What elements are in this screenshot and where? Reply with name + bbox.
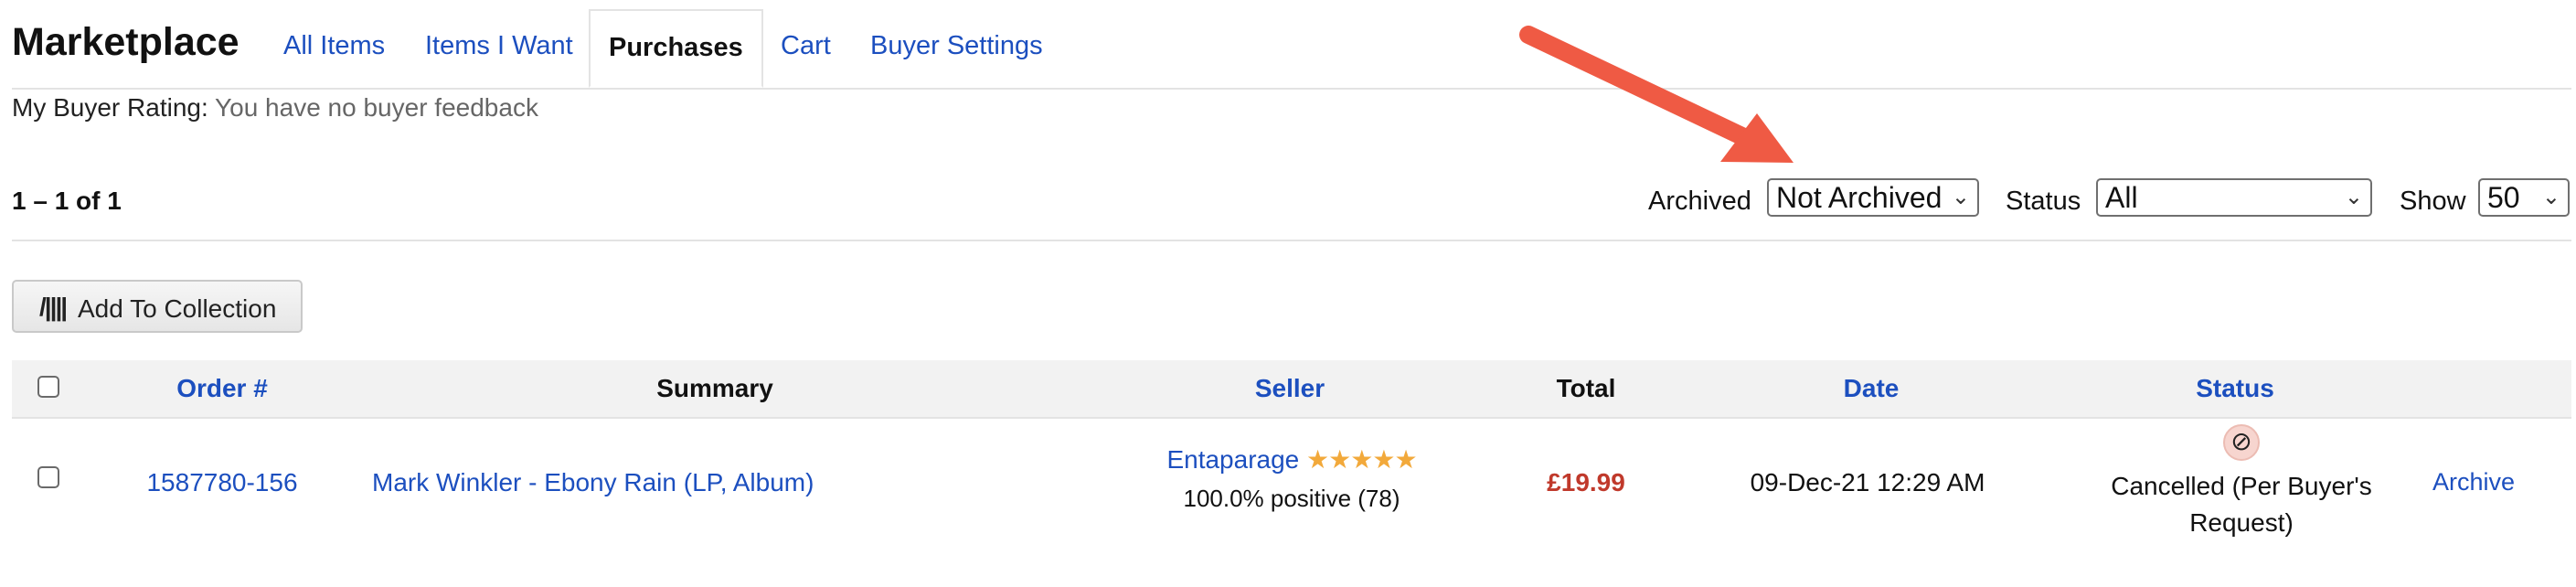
buyer-rating: My Buyer Rating: You have no buyer feedb… — [12, 93, 538, 123]
status-select-value: All — [2105, 181, 2138, 214]
archived-select-value: Not Archived — [1776, 181, 1943, 214]
status-select[interactable]: All ⌄ — [2096, 178, 2372, 217]
column-order[interactable]: Order # — [176, 374, 268, 403]
result-count: 1 – 1 of 1 — [12, 187, 122, 215]
filter-controls: 1 – 1 of 1 Archived Not Archived ⌄ Statu… — [12, 165, 2571, 241]
chevron-down-icon: ⌄ — [1951, 185, 1970, 209]
show-select[interactable]: 50 ⌄ — [2478, 178, 2570, 217]
add-to-collection-label: Add To Collection — [78, 294, 277, 323]
column-status[interactable]: Status — [2196, 374, 2274, 403]
order-number-link[interactable]: 1587780-156 — [146, 468, 297, 497]
order-date: 09-Dec-21 12:29 AM — [1750, 468, 1985, 496]
tab-cart[interactable]: Cart — [781, 31, 831, 61]
column-total: Total — [1556, 374, 1616, 402]
tab-items-i-want[interactable]: Items I Want — [425, 31, 573, 61]
arrow-head — [1720, 113, 1794, 163]
order-total: £19.99 — [1547, 468, 1625, 496]
tab-buyer-settings[interactable]: Buyer Settings — [870, 31, 1043, 61]
row-checkbox[interactable] — [37, 466, 59, 488]
seller-link[interactable]: Entaparage — [1166, 445, 1299, 474]
cancelled-icon: ⊘ — [2223, 424, 2260, 461]
status-label: Status — [2006, 187, 2081, 216]
column-seller[interactable]: Seller — [1255, 374, 1325, 403]
table-header: Order # Summary Seller Total Date Status — [12, 360, 2571, 419]
select-all-checkbox[interactable] — [37, 376, 59, 398]
page: Marketplace All Items Items I Want Purch… — [0, 0, 2576, 587]
collection-icon: /|||| — [39, 293, 68, 321]
star-rating-icon: ★★★★★ — [1306, 445, 1418, 474]
seller-cell: Entaparage ★★★★★ — [1166, 444, 1418, 475]
chevron-down-icon: ⌄ — [2344, 185, 2363, 209]
show-select-value: 50 — [2487, 181, 2520, 214]
seller-feedback: 100.0% positive (78) — [1183, 485, 1400, 512]
buyer-rating-label: My Buyer Rating: — [12, 93, 208, 122]
column-date[interactable]: Date — [1844, 374, 1900, 403]
table-row: 1587780-156 Mark Winkler - Ebony Rain (L… — [12, 417, 2571, 554]
buyer-rating-value: You have no buyer feedback — [215, 93, 538, 122]
add-to-collection-button[interactable]: /|||| Add To Collection — [12, 280, 303, 333]
archived-select[interactable]: Not Archived ⌄ — [1767, 178, 1979, 217]
tab-purchases[interactable]: Purchases — [589, 9, 763, 88]
marketplace-header: Marketplace All Items Items I Want Purch… — [12, 7, 2571, 90]
tab-all-items[interactable]: All Items — [283, 31, 385, 61]
page-title: Marketplace — [12, 20, 240, 64]
archived-label: Archived — [1648, 187, 1751, 216]
show-label: Show — [2400, 187, 2466, 216]
column-summary: Summary — [656, 374, 773, 402]
summary-link[interactable]: Mark Winkler - Ebony Rain (LP, Album) — [372, 468, 814, 497]
chevron-down-icon: ⌄ — [2541, 185, 2560, 209]
order-status: Cancelled (Per Buyer's Request) — [2111, 472, 2372, 537]
archive-link[interactable]: Archive — [2432, 468, 2515, 496]
